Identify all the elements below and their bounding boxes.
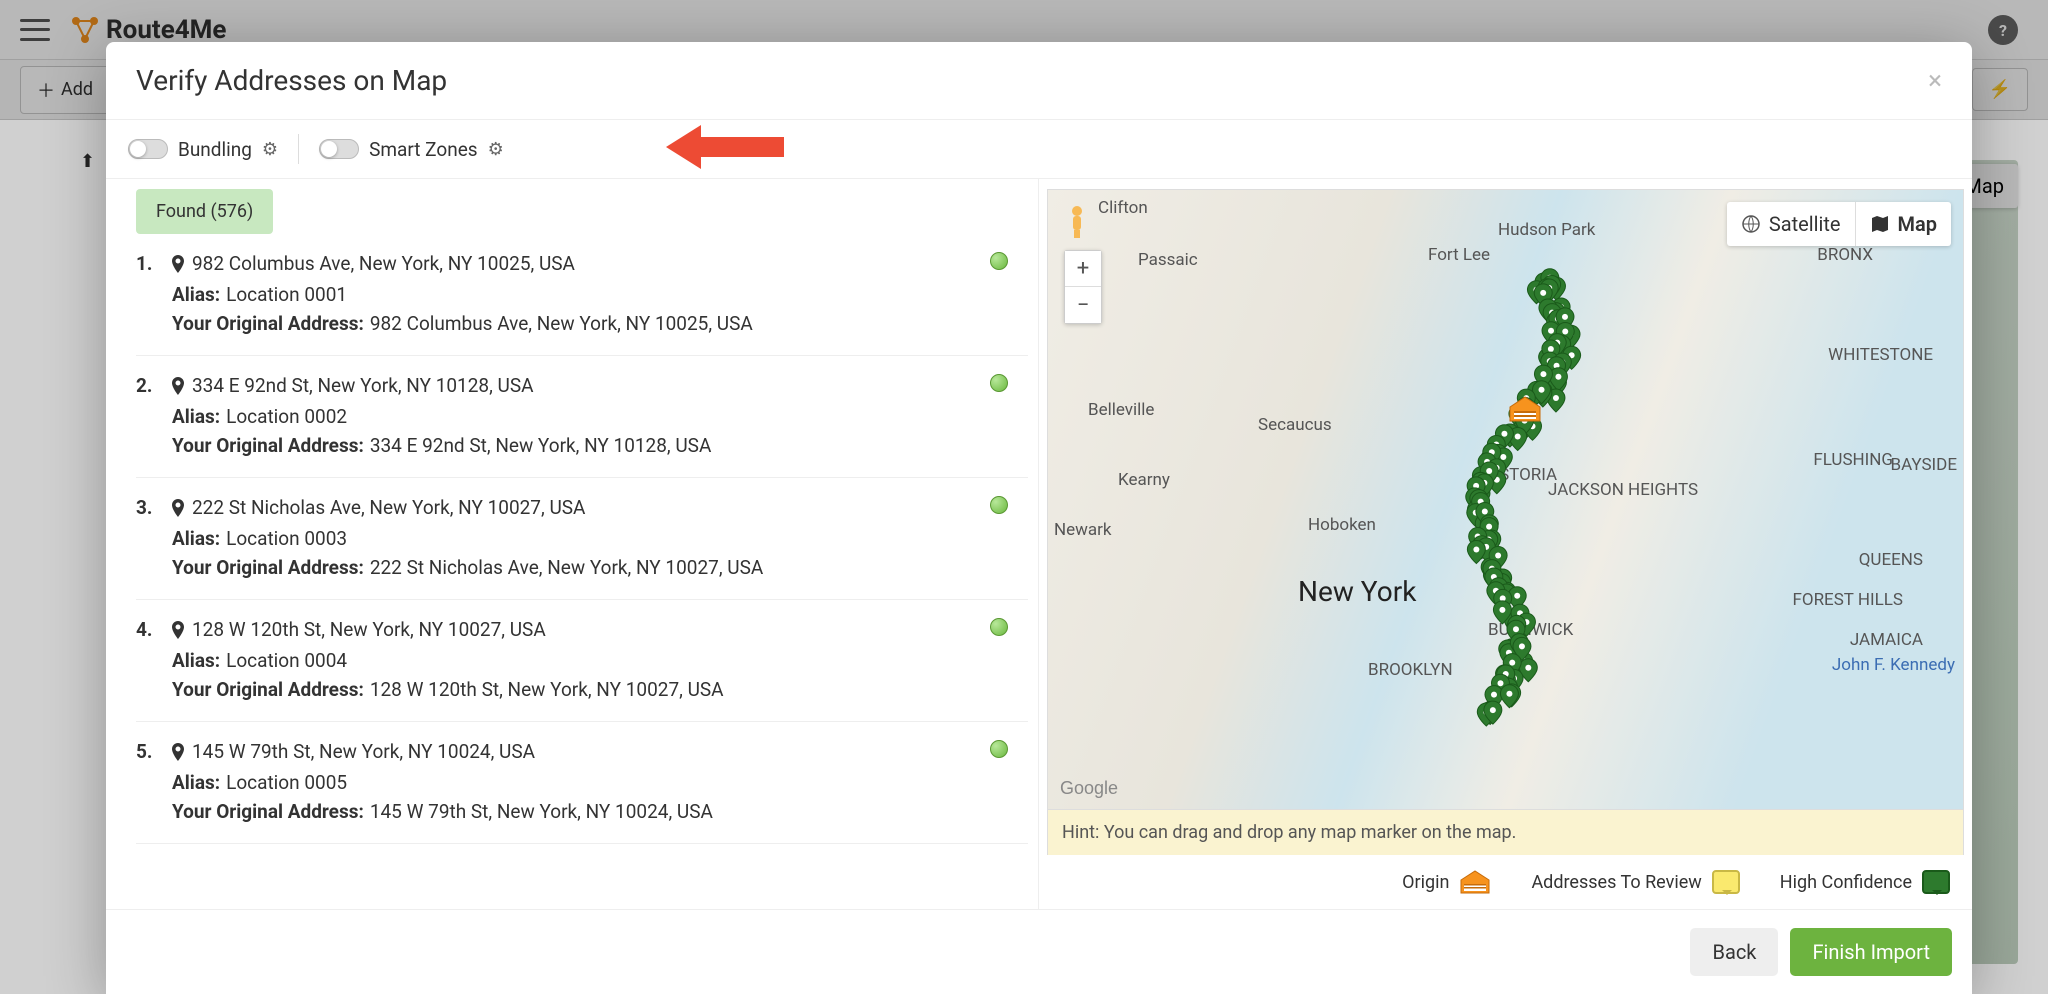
- google-logo: Google: [1060, 778, 1118, 799]
- pin-icon: [172, 743, 184, 761]
- verify-addresses-modal: Verify Addresses on Map × Bundling ⚙ Sma…: [106, 42, 1972, 994]
- alias-label: Alias:: [172, 527, 220, 550]
- row-address: 982 Columbus Ave, New York, NY 10025, US…: [192, 252, 575, 275]
- zoom-out-button[interactable]: −: [1065, 287, 1101, 323]
- pin-icon: [172, 621, 184, 639]
- modal-title: Verify Addresses on Map: [136, 64, 447, 97]
- status-dot-icon: [990, 374, 1008, 392]
- alias-label: Alias:: [172, 405, 220, 428]
- close-icon[interactable]: ×: [1928, 66, 1942, 96]
- pin-icon: [172, 255, 184, 273]
- map-canvas[interactable]: Clifton Passaic Hudson Park Fort Lee BRO…: [1047, 189, 1964, 810]
- pegman-icon[interactable]: [1064, 204, 1090, 240]
- bundling-gear-icon[interactable]: ⚙: [262, 139, 278, 160]
- row-number: 1.: [136, 252, 158, 341]
- legend-high-icon: [1922, 870, 1950, 894]
- row-address: 334 E 92nd St, New York, NY 10128, USA: [192, 374, 534, 397]
- alias-value: Location 0003: [226, 527, 347, 550]
- pin-icon: [172, 377, 184, 395]
- map-hint: Hint: You can drag and drop any map mark…: [1047, 810, 1964, 855]
- callout-arrow-icon: [666, 117, 786, 177]
- smartzones-toggle[interactable]: [319, 139, 359, 159]
- tab-found[interactable]: Found (576): [136, 189, 273, 234]
- row-number: 4.: [136, 618, 158, 707]
- finish-import-button[interactable]: Finish Import: [1790, 928, 1952, 976]
- bundling-toggle[interactable]: [128, 139, 168, 159]
- original-value: 334 E 92nd St, New York, NY 10128, USA: [370, 434, 712, 457]
- row-address: 222 St Nicholas Ave, New York, NY 10027,…: [192, 496, 585, 519]
- row-address: 145 W 79th St, New York, NY 10024, USA: [192, 740, 535, 763]
- alias-label: Alias:: [172, 649, 220, 672]
- alias-label: Alias:: [172, 771, 220, 794]
- legend-review-icon: [1712, 870, 1740, 894]
- address-row[interactable]: 1. 982 Columbus Ave, New York, NY 10025,…: [136, 234, 1028, 356]
- address-list[interactable]: 1. 982 Columbus Ave, New York, NY 10025,…: [106, 234, 1038, 909]
- alias-value: Location 0004: [226, 649, 347, 672]
- pin-icon: [172, 499, 184, 517]
- alias-value: Location 0005: [226, 771, 347, 794]
- alias-label: Alias:: [172, 283, 220, 306]
- row-number: 3.: [136, 496, 158, 585]
- address-row[interactable]: 3. 222 St Nicholas Ave, New York, NY 100…: [136, 478, 1028, 600]
- legend: Origin Addresses To Review High Confiden…: [1047, 855, 1964, 909]
- back-button[interactable]: Back: [1690, 928, 1778, 976]
- status-dot-icon: [990, 496, 1008, 514]
- alias-value: Location 0002: [226, 405, 347, 428]
- original-value: 982 Columbus Ave, New York, NY 10025, US…: [370, 312, 753, 335]
- row-number: 2.: [136, 374, 158, 463]
- row-address: 128 W 120th St, New York, NY 10027, USA: [192, 618, 546, 641]
- map-button[interactable]: Map: [1856, 202, 1952, 246]
- smartzones-gear-icon[interactable]: ⚙: [488, 139, 504, 160]
- satellite-button[interactable]: Satellite: [1727, 202, 1856, 246]
- status-dot-icon: [990, 618, 1008, 636]
- original-value: 222 St Nicholas Ave, New York, NY 10027,…: [370, 556, 763, 579]
- original-label: Your Original Address:: [172, 800, 364, 823]
- alias-value: Location 0001: [226, 283, 347, 306]
- address-row[interactable]: 2. 334 E 92nd St, New York, NY 10128, US…: [136, 356, 1028, 478]
- bundling-label: Bundling: [178, 138, 252, 161]
- original-label: Your Original Address:: [172, 434, 364, 457]
- smartzones-label: Smart Zones: [369, 138, 478, 161]
- status-dot-icon: [990, 252, 1008, 270]
- address-row[interactable]: 5. 145 W 79th St, New York, NY 10024, US…: [136, 722, 1028, 844]
- original-value: 145 W 79th St, New York, NY 10024, USA: [370, 800, 713, 823]
- depot-marker-icon: [1508, 395, 1542, 423]
- status-dot-icon: [990, 740, 1008, 758]
- zoom-in-button[interactable]: +: [1065, 251, 1101, 287]
- row-number: 5.: [136, 740, 158, 829]
- original-value: 128 W 120th St, New York, NY 10027, USA: [370, 678, 724, 701]
- pin-cluster: [1428, 250, 1628, 750]
- original-label: Your Original Address:: [172, 678, 364, 701]
- original-label: Your Original Address:: [172, 312, 364, 335]
- legend-origin-icon: [1459, 869, 1491, 895]
- address-row[interactable]: 4. 128 W 120th St, New York, NY 10027, U…: [136, 600, 1028, 722]
- original-label: Your Original Address:: [172, 556, 364, 579]
